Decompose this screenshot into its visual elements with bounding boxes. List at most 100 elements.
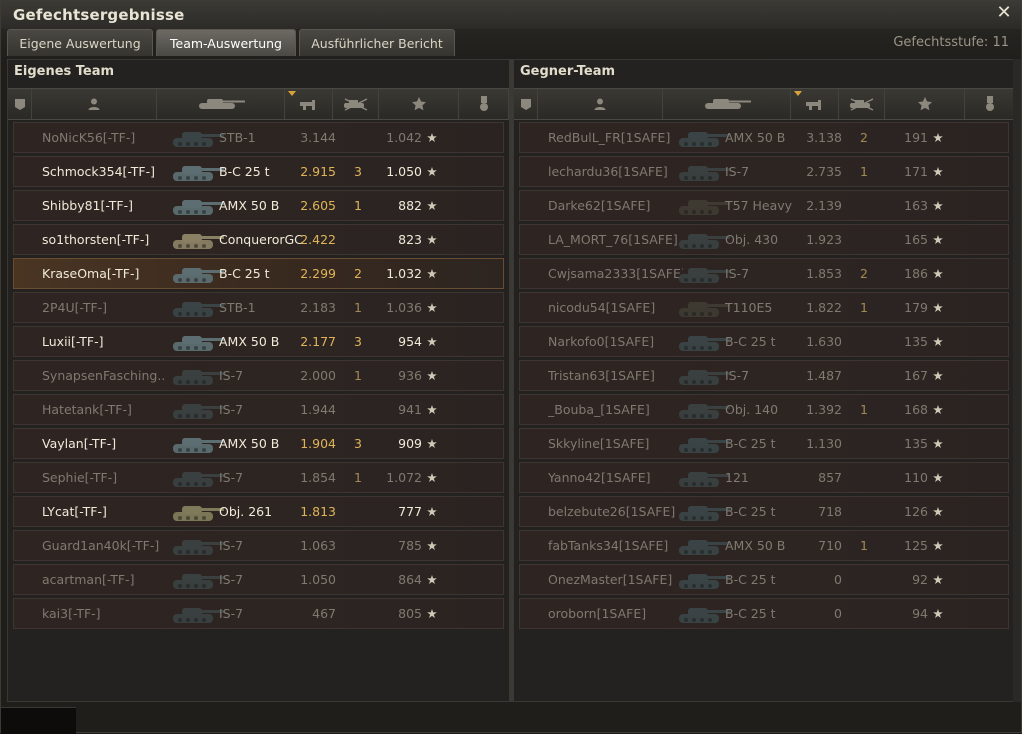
column-header-xp-star[interactable] (379, 89, 459, 119)
xp-star-icon (411, 96, 427, 112)
player-row[interactable]: kai3[-TF-] IS-7 467 805 ★ (13, 598, 504, 629)
player-row[interactable]: LYcat[-TF-] Obj. 261 1.813 777 ★ (13, 496, 504, 527)
player-name: NoNicK56[-TF-] (42, 130, 136, 145)
damage-value: 1.904 (300, 436, 336, 451)
player-row[interactable]: Cwjsama2333[1SAFE] IS-7 1.853 2 186 ★ (519, 258, 1009, 289)
player-row[interactable]: Guard1an40k[-TF-] IS-7 1.063 785 ★ (13, 530, 504, 561)
player-row[interactable]: Vaylan[-TF-] AMX 50 B 1.904 3 909 ★ (13, 428, 504, 459)
column-header-medal[interactable] (459, 89, 509, 119)
tank-icon (676, 430, 732, 457)
kills-value: 1 (354, 198, 362, 213)
tab-eigene-auswertung[interactable]: Eigene Auswertung (7, 29, 153, 56)
xp-star-icon: ★ (932, 130, 944, 145)
xp-value: 92 (912, 572, 928, 587)
column-header-kills[interactable] (839, 89, 885, 119)
close-icon[interactable]: ✕ (995, 3, 1013, 23)
scrollbar[interactable] (1013, 59, 1021, 702)
xp-star-icon: ★ (932, 334, 944, 349)
player-name: Tristan63[1SAFE] (548, 368, 655, 383)
player-row[interactable]: LA_MORT_76[1SAFE] Obj. 430 1.923 165 ★ (519, 224, 1009, 255)
player-row[interactable]: Luxii[-TF-] AMX 50 B 2.177 3 954 ★ (13, 326, 504, 357)
column-header-player[interactable] (538, 89, 663, 119)
xp-star-icon: ★ (932, 402, 944, 417)
player-row[interactable]: Hatetank[-TF-] IS-7 1.944 941 ★ (13, 394, 504, 425)
kills-value (854, 565, 874, 594)
damage-value: 1.063 (300, 538, 336, 553)
damage-value: 718 (818, 504, 842, 519)
tab-ausfuehrlicher-bericht[interactable]: Ausführlicher Bericht (299, 29, 455, 56)
xp-value: 882 (398, 198, 422, 213)
xp-value: 163 (904, 198, 928, 213)
tab-team-auswertung[interactable]: Team-Auswertung (156, 29, 296, 56)
xp-value: 191 (904, 130, 928, 145)
player-row[interactable]: fabTanks34[1SAFE] AMX 50 B 710 1 125 ★ (519, 530, 1009, 561)
vehicle-name: B-C 25 t (725, 334, 776, 349)
player-row[interactable]: RedBulL_FR[1SAFE] AMX 50 B 3.138 2 191 ★ (519, 122, 1009, 153)
xp-value: 805 (398, 606, 422, 621)
player-name: Shibby81[-TF-] (42, 198, 133, 213)
tank-icon (170, 362, 226, 389)
player-row[interactable]: so1thorsten[-TF-] ConquerorGC 2.422 823 ★ (13, 224, 504, 255)
player-row[interactable]: Tristan63[1SAFE] IS-7 1.487 167 ★ (519, 360, 1009, 391)
player-row[interactable]: Narkofo0[1SAFE] B-C 25 t 1.630 135 ★ (519, 326, 1009, 357)
column-header-xp-star[interactable] (885, 89, 965, 119)
damage-value: 467 (312, 606, 336, 621)
player-row[interactable]: nicodu54[1SAFE] T110E5 1.822 1 179 ★ (519, 292, 1009, 323)
tank-icon (676, 192, 732, 219)
player-row[interactable]: oroborn[1SAFE] B-C 25 t 0 94 ★ (519, 598, 1009, 629)
xp-value: 179 (904, 300, 928, 315)
player-row[interactable]: lechardu36[1SAFE] IS-7 2.735 1 171 ★ (519, 156, 1009, 187)
player-row[interactable]: SynapsenFasching.. IS-7 2.000 1 936 ★ (13, 360, 504, 391)
column-header-kills[interactable] (333, 89, 379, 119)
xp-value: 135 (904, 334, 928, 349)
vehicle-name: AMX 50 B (725, 130, 786, 145)
player-row[interactable]: OnezMaster[1SAFE] B-C 25 t 0 92 ★ (519, 564, 1009, 595)
player-row[interactable]: Yanno42[1SAFE] 121 857 110 ★ (519, 462, 1009, 493)
player-row[interactable]: Sephie[-TF-] IS-7 1.854 1 1.072 ★ (13, 462, 504, 493)
column-header-damage[interactable] (791, 89, 839, 119)
player-row[interactable]: NoNicK56[-TF-] STB-1 3.144 1.042 ★ (13, 122, 504, 153)
player-row[interactable]: acartman[-TF-] IS-7 1.050 864 ★ (13, 564, 504, 595)
player-row[interactable]: KraseOma[-TF-] B-C 25 t 2.299 2 1.032 ★ (13, 258, 504, 289)
vehicle-name: Obj. 140 (725, 402, 779, 417)
xp-value: 1.032 (386, 266, 422, 281)
player-name: belzebute26[1SAFE] (548, 504, 676, 519)
column-header-squad[interactable] (8, 89, 32, 119)
vehicle-name: IS-7 (219, 368, 244, 383)
player-name: oroborn[1SAFE] (548, 606, 647, 621)
player-row[interactable]: Skkyline[1SAFE] B-C 25 t 1.130 135 ★ (519, 428, 1009, 459)
column-header-player[interactable] (32, 89, 157, 119)
kills-value: 3 (354, 164, 362, 179)
column-header-damage[interactable] (285, 89, 333, 119)
player-row[interactable]: Schmock354[-TF-] B-C 25 t 2.915 3 1.050 ★ (13, 156, 504, 187)
column-header-squad[interactable] (514, 89, 538, 119)
kills-icon (341, 97, 371, 111)
kills-value (348, 225, 368, 254)
vehicle-name: AMX 50 B (219, 198, 280, 213)
player-name: OnezMaster[1SAFE] (548, 572, 673, 587)
player-name: Vaylan[-TF-] (42, 436, 117, 451)
xp-star-icon: ★ (932, 266, 944, 281)
tank-icon (676, 396, 732, 423)
vehicle-name: IS-7 (219, 402, 244, 417)
xp-star-icon: ★ (932, 606, 944, 621)
xp-value: 909 (398, 436, 422, 451)
player-row[interactable]: Darke62[1SAFE] T57 Heavy 2.139 163 ★ (519, 190, 1009, 221)
column-header-medal[interactable] (965, 89, 1015, 119)
kills-value (854, 599, 874, 628)
xp-value: 1.036 (386, 300, 422, 315)
column-header-tank[interactable] (663, 89, 791, 119)
damage-value: 2.605 (300, 198, 336, 213)
vehicle-name: IS-7 (219, 606, 244, 621)
battle-tier-label: Gefechtsstufe: 11 (893, 35, 1009, 50)
xp-value: 936 (398, 368, 422, 383)
xp-star-icon: ★ (932, 572, 944, 587)
player-row[interactable]: belzebute26[1SAFE] B-C 25 t 718 126 ★ (519, 496, 1009, 527)
column-header-tank[interactable] (157, 89, 285, 119)
damage-value: 1.822 (806, 300, 842, 315)
player-row[interactable]: Shibby81[-TF-] AMX 50 B 2.605 1 882 ★ (13, 190, 504, 221)
player-row[interactable]: _Bouba_[1SAFE] Obj. 140 1.392 1 168 ★ (519, 394, 1009, 425)
player-name: acartman[-TF-] (42, 572, 135, 587)
tank-icon (676, 158, 732, 185)
player-row[interactable]: 2P4U[-TF-] STB-1 2.183 1 1.036 ★ (13, 292, 504, 323)
